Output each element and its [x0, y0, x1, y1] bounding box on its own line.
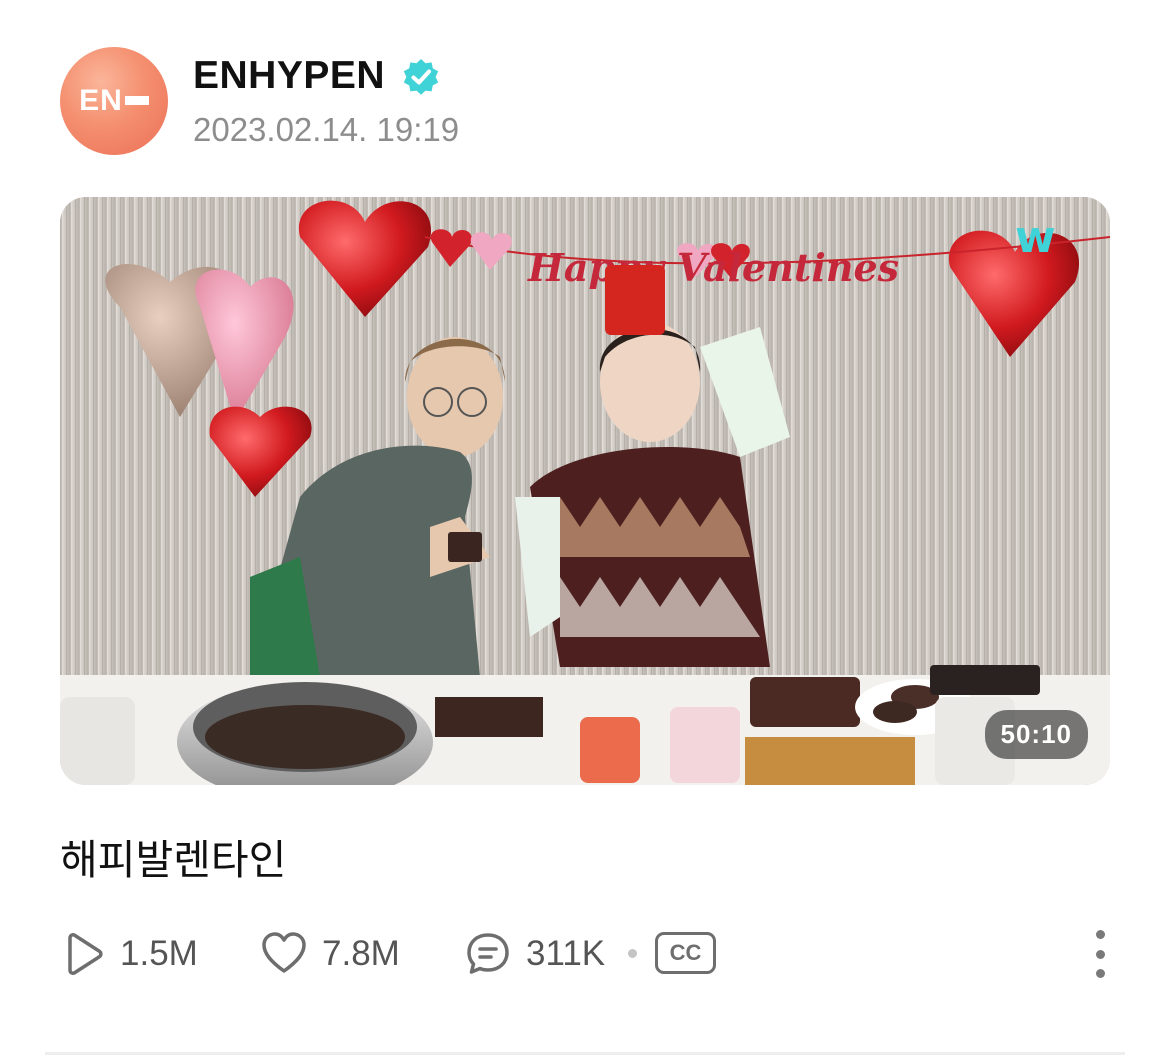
video-thumbnail[interactable]: Happy Valentines w 50:10	[60, 197, 1110, 785]
like-count-text: 7.8M	[322, 934, 400, 973]
video-stats: 1.5M 7.8M 311K CC	[60, 928, 1120, 980]
play-count: 1.5M	[60, 928, 198, 980]
channel-avatar[interactable]: EN	[60, 47, 168, 155]
play-icon	[68, 933, 103, 975]
closed-captions-badge: CC	[655, 932, 716, 974]
comment-count-text: 311K	[526, 934, 606, 973]
video-duration: 50:10	[984, 710, 1088, 759]
divider	[45, 1052, 1125, 1055]
watermark-logo: w	[1015, 212, 1056, 263]
post-date: 2023.02.14. 19:19	[193, 111, 460, 148]
heart-icon[interactable]	[260, 931, 308, 977]
like-count[interactable]: 7.8M	[260, 928, 400, 980]
separator-dot	[628, 949, 637, 958]
post-card: EN ENHYPEN 2023.02.14. 19:19 Happy Valen…	[0, 0, 1170, 1056]
thumbnail-banner-text: Happy Valentines	[527, 245, 899, 290]
channel-name[interactable]: ENHYPEN	[193, 54, 385, 98]
comment-icon[interactable]	[464, 931, 512, 977]
thumbnail-scene: Happy Valentines w	[60, 197, 1110, 785]
more-vertical-icon[interactable]	[1089, 928, 1111, 980]
post-header: EN ENHYPEN 2023.02.14. 19:19	[60, 47, 1120, 157]
comment-count[interactable]: 311K	[464, 928, 605, 980]
avatar-logo: EN	[79, 84, 149, 118]
play-count-text: 1.5M	[120, 934, 198, 973]
verified-badge-icon	[403, 59, 439, 95]
video-title[interactable]: 해피발렌타인	[60, 826, 286, 886]
